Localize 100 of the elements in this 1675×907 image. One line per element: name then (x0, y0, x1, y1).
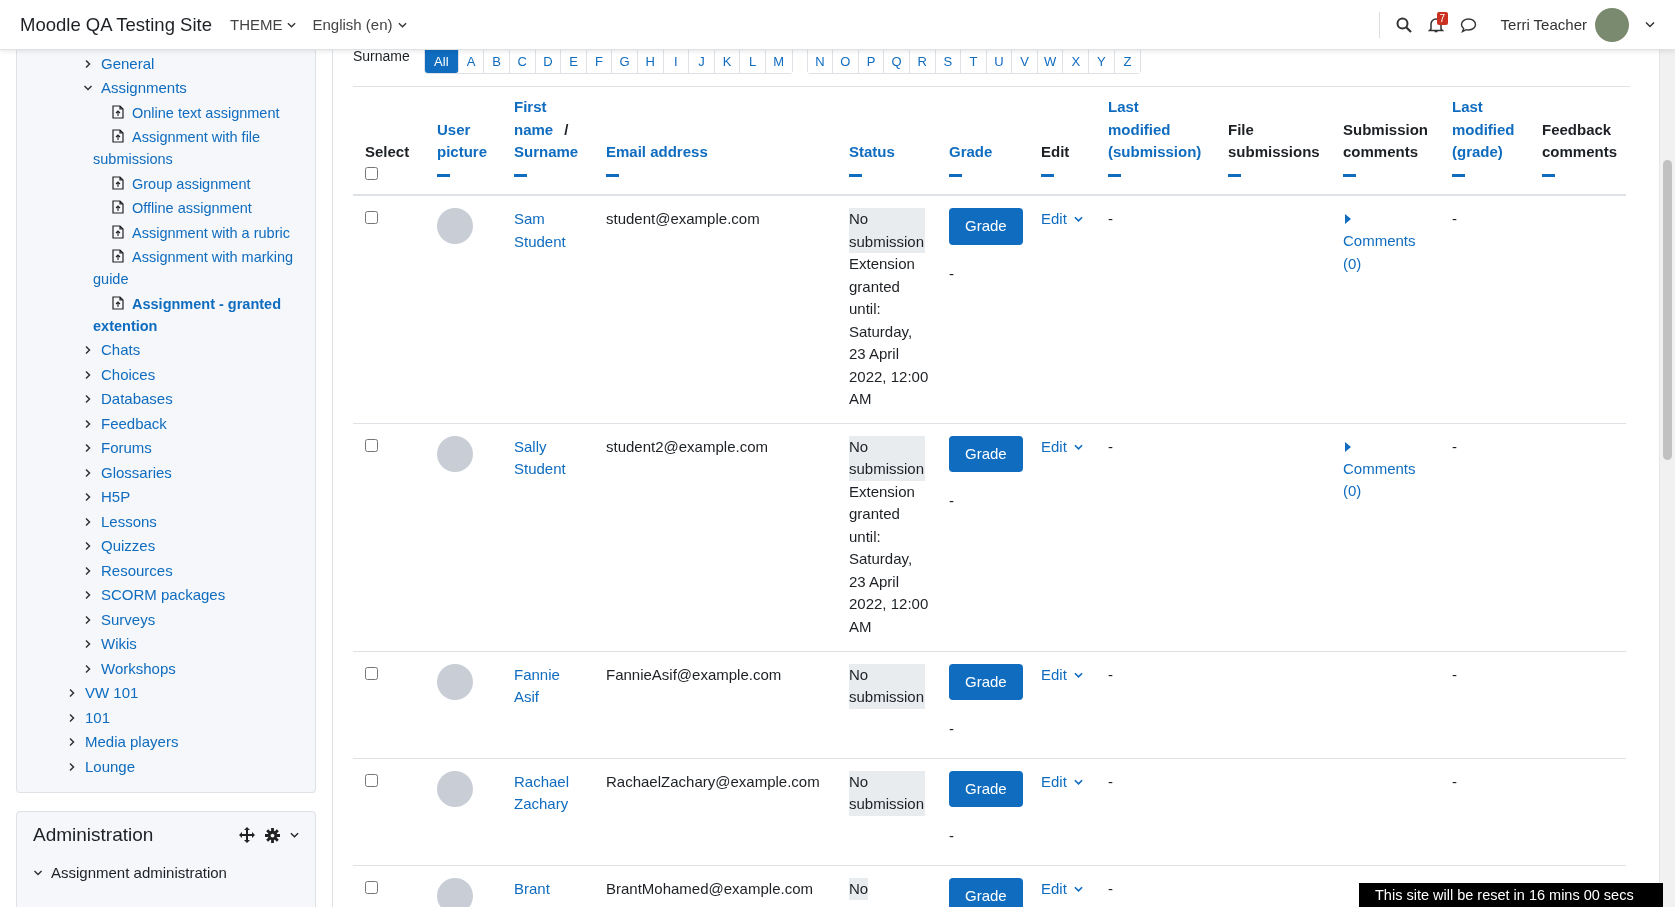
move-icon[interactable] (239, 827, 255, 843)
tree-item[interactable]: Forums (101, 437, 152, 459)
chevron-right-icon[interactable] (83, 345, 93, 355)
edit-menu[interactable]: Edit (1041, 770, 1083, 793)
row-checkbox[interactable] (365, 666, 378, 680)
caret-icon[interactable] (290, 832, 299, 838)
activity-link[interactable]: Assignment - granted extention (93, 292, 309, 337)
collapse-column-icon[interactable] (514, 174, 527, 178)
comments-link[interactable]: Comments (0) (1343, 457, 1423, 503)
user-name[interactable]: Terri Teacher (1500, 16, 1587, 33)
activity-link[interactable]: Assignment with file submissions (93, 126, 309, 170)
collapse-column-icon[interactable] (1108, 174, 1121, 178)
column-header[interactable]: User picture (437, 118, 490, 164)
collapse-column-icon[interactable] (606, 174, 619, 178)
chevron-right-icon[interactable] (67, 688, 77, 698)
edit-menu[interactable]: Edit (1041, 208, 1083, 231)
letter-button[interactable]: N (807, 50, 834, 73)
collapse-column-icon[interactable] (949, 174, 962, 178)
chevron-right-icon[interactable] (83, 541, 93, 551)
chevron-right-icon[interactable] (83, 369, 93, 380)
student-name-link[interactable]: Brant (514, 877, 550, 900)
activity-link[interactable]: Offline assignment (93, 197, 309, 219)
grade-button[interactable]: Grade (949, 208, 1023, 245)
expand-triangle-icon[interactable] (1345, 441, 1351, 452)
user-avatar[interactable] (1595, 7, 1629, 42)
settings-icon[interactable] (265, 827, 280, 843)
expand-triangle-icon[interactable] (1345, 214, 1351, 224)
chevron-right-icon[interactable] (83, 58, 93, 69)
collapse-column-icon[interactable] (1452, 174, 1465, 178)
chevron-right-icon[interactable] (83, 590, 93, 600)
chevron-right-icon[interactable] (67, 737, 77, 747)
column-header[interactable]: Surname (514, 141, 579, 164)
grade-button[interactable]: Grade (949, 770, 1023, 807)
tree-item[interactable]: Lessons (101, 510, 157, 533)
chevron-right-icon[interactable] (67, 712, 77, 723)
activity-link[interactable]: Group assignment (93, 172, 309, 195)
collapse-column-icon[interactable] (437, 174, 450, 178)
activity-link[interactable]: Assignment with a rubric (93, 221, 309, 244)
activity-link[interactable]: Online text assignment (93, 101, 309, 124)
student-name-link[interactable]: Sally Student (514, 435, 582, 481)
chat-bubble-icon[interactable] (1459, 16, 1477, 33)
tree-item[interactable]: Quizzes (101, 535, 156, 557)
dropdown-menu[interactable]: English (en) (312, 16, 407, 33)
edit-menu[interactable]: Edit (1041, 877, 1083, 900)
grade-button[interactable]: Grade (949, 663, 1023, 700)
collapse-column-icon[interactable] (1041, 174, 1054, 178)
row-checkbox[interactable] (365, 438, 378, 452)
chevron-right-icon[interactable] (83, 663, 93, 674)
row-checkbox[interactable] (365, 880, 378, 894)
column-header[interactable]: Email address (606, 141, 825, 164)
tree-item[interactable]: Assignments (101, 77, 187, 99)
tree-item[interactable]: Media players (85, 731, 179, 753)
tree-item[interactable]: H5P (101, 486, 131, 508)
chevron-right-icon[interactable] (83, 516, 93, 527)
search-icon[interactable] (1395, 16, 1412, 33)
tree-item[interactable]: SCORM packages (101, 584, 226, 606)
tree-item[interactable]: Resources (101, 559, 173, 582)
column-header[interactable]: Status (849, 141, 925, 164)
edit-menu[interactable]: Edit (1041, 663, 1083, 686)
student-name-link[interactable]: Fannie Asif (514, 663, 582, 709)
tree-item[interactable]: VW 101 (85, 682, 139, 704)
tree-item[interactable]: Glossaries (101, 461, 172, 484)
site-name[interactable]: Moodle QA Testing Site (20, 13, 212, 36)
tree-item[interactable]: Surveys (101, 608, 156, 631)
tree-item[interactable]: General (101, 52, 155, 75)
grade-button[interactable]: Grade (949, 877, 1023, 907)
chevron-right-icon[interactable] (83, 394, 93, 404)
chevron-right-icon[interactable] (83, 614, 93, 625)
chevron-right-icon[interactable] (67, 761, 77, 772)
tree-item[interactable]: Chats (101, 339, 141, 361)
student-name-link[interactable]: Rachael Zachary (514, 770, 582, 816)
collapse-column-icon[interactable] (1228, 174, 1241, 178)
scrollbar[interactable] (1659, 50, 1675, 907)
collapse-column-icon[interactable] (1343, 174, 1356, 178)
grade-button[interactable]: Grade (949, 435, 1023, 472)
tree-item[interactable]: Feedback (101, 412, 167, 435)
tree-item[interactable]: Lounge (85, 755, 136, 778)
activity-link[interactable]: Assignment with marking guide (93, 246, 309, 290)
tree-item[interactable]: Databases (101, 388, 173, 410)
column-header[interactable]: Last modified (grade) (1452, 96, 1518, 164)
caret-icon[interactable] (1645, 21, 1655, 28)
tree-item[interactable]: Wikis (101, 633, 137, 655)
chevron-right-icon[interactable] (83, 443, 93, 453)
chevron-right-icon[interactable] (83, 418, 93, 429)
dropdown-menu[interactable]: THEME (229, 16, 297, 33)
row-checkbox[interactable] (365, 211, 378, 224)
tree-item[interactable]: Choices (101, 363, 156, 386)
student-name-link[interactable]: Sam Student (514, 208, 582, 253)
chevron-right-icon[interactable] (83, 565, 93, 576)
tree-item[interactable]: Assignment administration (51, 864, 227, 881)
row-checkbox[interactable] (365, 773, 378, 787)
chevron-right-icon[interactable] (83, 639, 93, 649)
bell-icon[interactable] (1427, 16, 1444, 33)
column-header[interactable]: Grade (949, 141, 1017, 164)
select-all-checkbox[interactable] (365, 166, 378, 180)
chevron-right-icon[interactable] (83, 467, 93, 478)
comments-link[interactable]: Comments (0) (1343, 230, 1423, 275)
letter-button[interactable]: All (424, 50, 459, 73)
tree-item[interactable]: 101 (85, 706, 111, 729)
chevron-down-icon[interactable] (83, 83, 93, 93)
